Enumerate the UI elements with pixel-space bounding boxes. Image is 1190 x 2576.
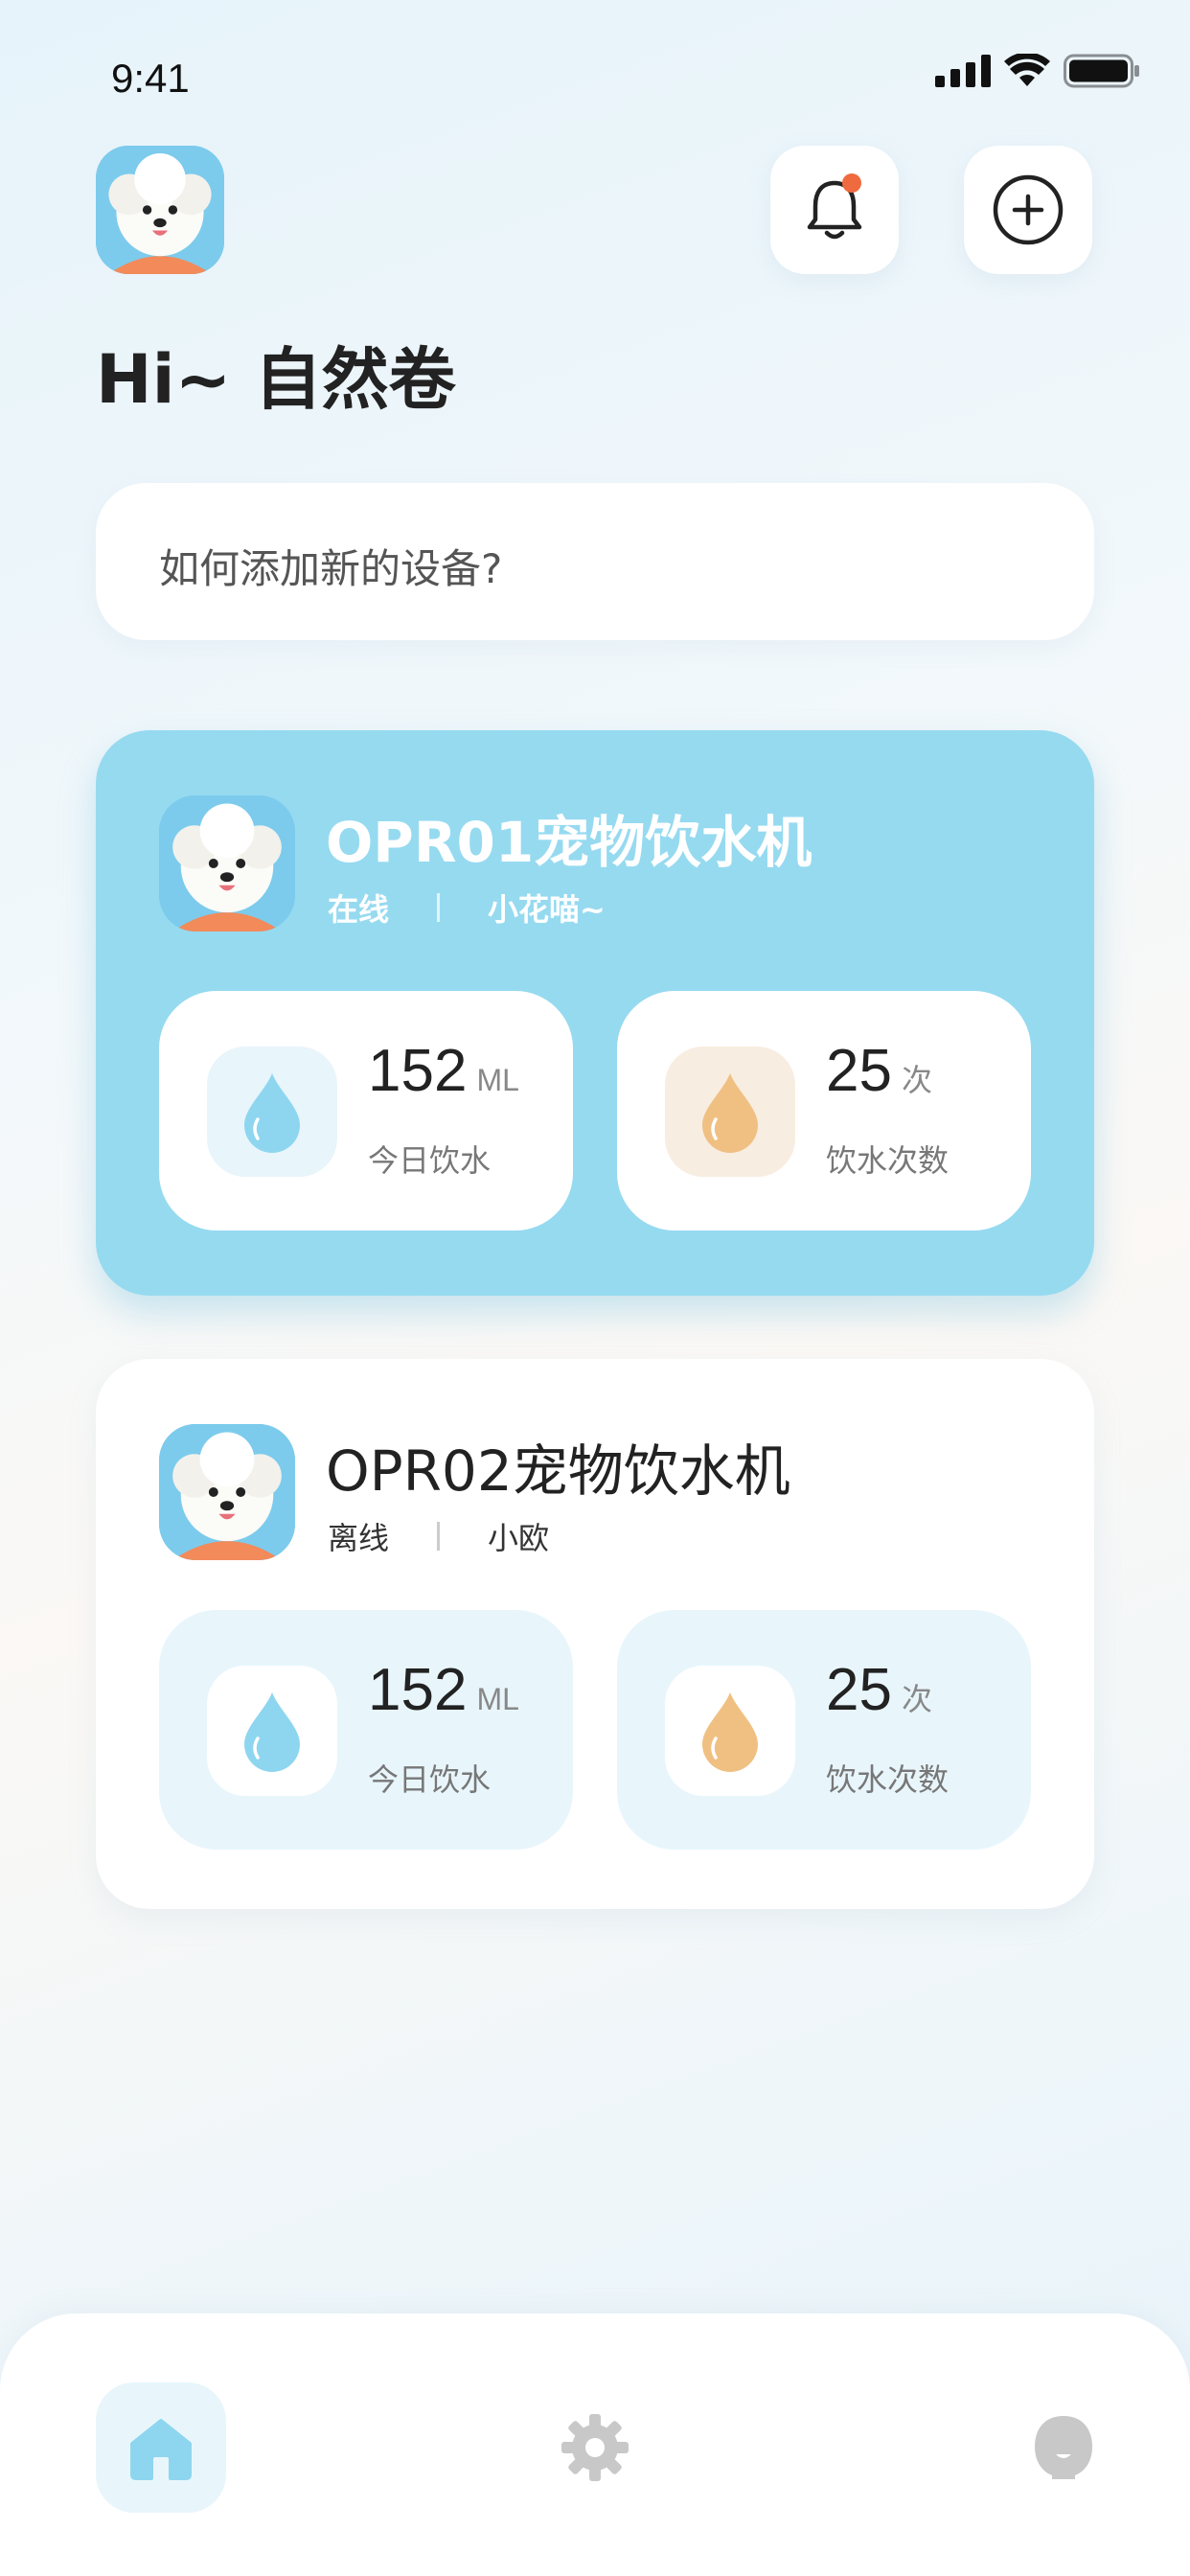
count-label: 饮水次数 bbox=[826, 1142, 950, 1179]
device-meta: 离线 小欧 bbox=[328, 1514, 549, 1558]
water-unit: ML bbox=[476, 1682, 519, 1716]
bell-icon bbox=[807, 173, 862, 240]
device-status: 离线 bbox=[328, 1520, 390, 1556]
notification-button[interactable] bbox=[770, 146, 899, 274]
signal-icon bbox=[935, 55, 991, 87]
drink-count-stat: 25 次 饮水次数 bbox=[617, 991, 1031, 1230]
pet-avatar bbox=[159, 1424, 295, 1560]
water-value-row: 152 ML bbox=[368, 1656, 519, 1724]
battery-icon bbox=[1064, 54, 1139, 88]
water-value-row: 152 ML bbox=[368, 1037, 519, 1105]
pet-avatar bbox=[159, 795, 295, 932]
add-device-button[interactable] bbox=[964, 146, 1092, 274]
device-name: OPR02宠物饮水机 bbox=[326, 1438, 790, 1504]
device-status: 在线 bbox=[328, 891, 390, 928]
water-drop-icon bbox=[702, 1073, 758, 1153]
count-value-row: 25 次 bbox=[826, 1656, 932, 1724]
pet-face-icon bbox=[1035, 2416, 1092, 2479]
water-drop-icon bbox=[244, 1692, 300, 1772]
dog-avatar-image bbox=[159, 1424, 295, 1560]
count-icon-box bbox=[665, 1666, 795, 1796]
pet-name: 小花喵~ bbox=[488, 891, 606, 928]
greeting-title: Hi~ 自然卷 bbox=[96, 340, 456, 419]
count-unit: 次 bbox=[901, 1682, 932, 1716]
drink-count-stat: 25 次 饮水次数 bbox=[617, 1610, 1031, 1850]
home-icon bbox=[130, 2419, 192, 2480]
count-label: 饮水次数 bbox=[826, 1761, 950, 1798]
count-value-row: 25 次 bbox=[826, 1037, 932, 1105]
status-time: 9:41 bbox=[111, 56, 190, 101]
notification-dot bbox=[842, 173, 861, 193]
water-stat: 152 ML 今日饮水 bbox=[159, 1610, 573, 1850]
water-icon-box bbox=[207, 1666, 337, 1796]
meta-divider bbox=[437, 893, 441, 922]
count-value: 25 bbox=[826, 1038, 892, 1104]
add-device-help-card[interactable]: 如何添加新的设备? bbox=[96, 483, 1094, 640]
count-unit: 次 bbox=[901, 1063, 932, 1097]
water-icon-box bbox=[207, 1046, 337, 1177]
water-drop-icon bbox=[244, 1073, 300, 1153]
gear-icon bbox=[561, 2414, 629, 2481]
device-meta: 在线 小花喵~ bbox=[328, 886, 606, 930]
dog-avatar-image bbox=[159, 795, 295, 932]
count-value: 25 bbox=[826, 1657, 892, 1723]
wifi-icon bbox=[1004, 54, 1050, 86]
count-icon-box bbox=[665, 1046, 795, 1177]
dog-avatar-image bbox=[96, 146, 224, 274]
pet-name: 小欧 bbox=[488, 1520, 550, 1556]
status-icons bbox=[935, 54, 1140, 88]
water-value: 152 bbox=[368, 1657, 468, 1723]
water-drop-icon bbox=[702, 1692, 758, 1772]
water-stat: 152 ML 今日饮水 bbox=[159, 991, 573, 1230]
tab-profile[interactable] bbox=[998, 2382, 1129, 2513]
water-value: 152 bbox=[368, 1038, 468, 1104]
user-avatar[interactable] bbox=[96, 146, 224, 274]
device-card[interactable]: OPR01宠物饮水机 在线 小花喵~ 152 ML 今日饮水 25 次 饮水次数 bbox=[96, 730, 1094, 1296]
device-name: OPR01宠物饮水机 bbox=[326, 810, 812, 875]
water-unit: ML bbox=[476, 1063, 519, 1097]
status-bar: 9:41 bbox=[0, 0, 1190, 144]
tab-settings[interactable] bbox=[530, 2382, 660, 2513]
plus-circle-icon bbox=[993, 174, 1064, 245]
bottom-tab-bar bbox=[0, 2313, 1190, 2576]
tab-home[interactable] bbox=[96, 2382, 226, 2513]
help-text: 如何添加新的设备? bbox=[159, 545, 503, 592]
water-label: 今日饮水 bbox=[368, 1142, 492, 1179]
meta-divider bbox=[437, 1522, 441, 1551]
water-label: 今日饮水 bbox=[368, 1761, 492, 1798]
device-card[interactable]: OPR02宠物饮水机 离线 小欧 152 ML 今日饮水 25 次 饮水次数 bbox=[96, 1359, 1094, 1909]
